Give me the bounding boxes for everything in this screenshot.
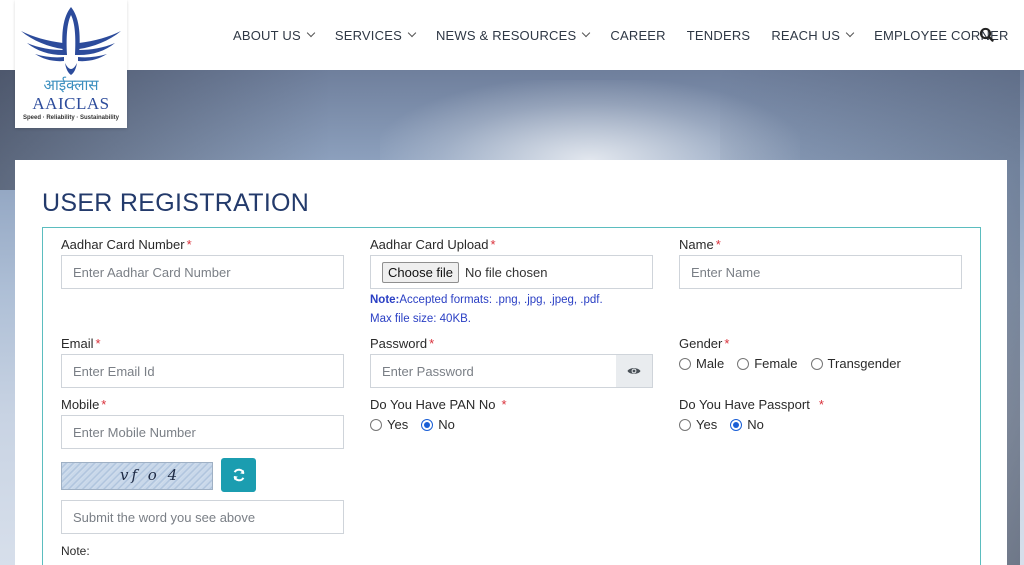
required-mark: * xyxy=(715,237,721,252)
label-text: Gender xyxy=(679,336,723,351)
email-label: Email * xyxy=(61,336,101,351)
passport-no-radio[interactable] xyxy=(730,418,743,431)
required-mark: * xyxy=(724,336,730,351)
password-label: Password * xyxy=(370,336,434,351)
required-mark: * xyxy=(186,237,192,252)
mobile-input[interactable] xyxy=(61,415,344,449)
gender-label: Gender * xyxy=(679,336,729,351)
captcha-image: vf o 4 xyxy=(61,462,213,490)
registration-card: USER REGISTRATION Aadhar Card Number* Em… xyxy=(15,160,1007,565)
passport-radio-group: Yes No xyxy=(679,417,777,432)
label-text: Do You Have Passport xyxy=(679,397,810,412)
nav-item-about-us[interactable]: ABOUT US xyxy=(233,27,316,43)
upload-size-text: Max file size: 40KB. xyxy=(370,313,471,325)
name-input[interactable] xyxy=(679,255,962,289)
label-text: Aadhar Card Upload xyxy=(370,237,489,252)
nav-label: SERVICES xyxy=(334,27,402,43)
upload-note: Note:Accepted formats: .png, .jpg, .jpeg… xyxy=(370,291,603,329)
radio-label: Transgender xyxy=(827,356,901,371)
main-nav: ABOUT US SERVICES NEWS & RESOURCES CAREE… xyxy=(233,0,1024,70)
nav-label: ABOUT US xyxy=(233,27,301,43)
mobile-label: Mobile * xyxy=(61,397,106,412)
pan-yes-radio[interactable] xyxy=(370,418,382,431)
pan-label: Do You Have PAN No * xyxy=(370,397,507,412)
radio-label: No xyxy=(438,417,455,432)
aadhar-file-input[interactable]: Choose file No file chosen xyxy=(370,255,653,289)
pan-radio-group: Yes No xyxy=(370,417,468,432)
chevron-down-icon xyxy=(582,28,591,38)
radio-label: Yes xyxy=(696,417,718,432)
password-input[interactable] xyxy=(370,354,617,388)
passport-label: Do You Have Passport * xyxy=(679,397,824,412)
nav-label: CAREER xyxy=(610,27,666,43)
chevron-down-icon xyxy=(407,28,417,38)
chevron-down-icon xyxy=(845,28,855,38)
nav-item-news-resources[interactable]: NEWS & RESOURCES xyxy=(435,27,591,43)
required-mark: * xyxy=(501,397,507,412)
label-text: Password xyxy=(370,336,428,351)
choose-file-button[interactable]: Choose file xyxy=(382,261,460,283)
required-mark: * xyxy=(95,336,101,351)
pan-no-radio[interactable] xyxy=(421,418,434,431)
file-status-text: No file chosen xyxy=(465,264,548,280)
logo-name-text: AAICLAS xyxy=(32,94,110,113)
note-label: Note: xyxy=(61,544,90,558)
required-mark: * xyxy=(818,397,824,412)
label-text: Name xyxy=(679,237,714,252)
gender-male-radio[interactable] xyxy=(679,357,691,370)
aadhar-number-label: Aadhar Card Number * xyxy=(61,237,192,252)
captcha-input[interactable] xyxy=(61,500,344,534)
upload-note-label: Note: xyxy=(370,294,400,306)
captcha-refresh-button[interactable] xyxy=(221,458,256,492)
nav-item-services[interactable]: SERVICES xyxy=(334,27,417,43)
logo-wings-icon xyxy=(21,7,121,75)
required-mark: * xyxy=(101,397,107,412)
gender-female-radio[interactable] xyxy=(737,357,750,370)
registration-form: Aadhar Card Number* Email* Mobile* vf o … xyxy=(42,227,981,565)
nav-item-tenders[interactable]: TENDERS xyxy=(687,28,751,43)
eye-icon xyxy=(627,368,641,374)
nav-label: NEWS & RESOURCES xyxy=(435,27,577,43)
aadhar-number-input[interactable] xyxy=(61,255,344,289)
site-header: ABOUT US SERVICES NEWS & RESOURCES CAREE… xyxy=(0,0,1024,70)
gender-transgender-radio[interactable] xyxy=(810,357,823,370)
label-text: Aadhar Card Number xyxy=(61,237,185,252)
nav-label: REACH US xyxy=(771,27,841,43)
gender-radio-group: Male Female Transgender xyxy=(679,356,914,371)
password-toggle-button[interactable] xyxy=(616,354,653,388)
label-text: Do You Have PAN No xyxy=(370,397,496,412)
nav-item-career[interactable]: CAREER xyxy=(610,28,665,43)
radio-label: Yes xyxy=(387,417,409,432)
logo-tagline: Speed · Reliability · Sustainability xyxy=(22,115,120,121)
upload-formats-line: Note:Accepted formats: .png, .jpg, .jpeg… xyxy=(370,291,603,310)
aadhar-upload-label: Aadhar Card Upload * xyxy=(370,237,496,252)
required-mark: * xyxy=(490,237,496,252)
captcha-text: vf o 4 xyxy=(120,466,181,484)
site-logo[interactable]: आईक्लास AAICLAS Speed · Reliability · Su… xyxy=(15,0,127,128)
required-mark: * xyxy=(429,336,435,351)
upload-formats-text: Accepted formats: .png, .jpg, .jpeg, .pd… xyxy=(399,294,603,306)
refresh-icon xyxy=(233,468,244,482)
radio-label: No xyxy=(747,417,764,432)
name-label: Name * xyxy=(679,237,721,252)
nav-item-reach-us[interactable]: REACH US xyxy=(771,27,855,43)
passport-yes-radio[interactable] xyxy=(679,418,691,431)
logo-hindi-text: आईक्लास xyxy=(43,76,99,94)
radio-label: Male xyxy=(696,356,725,371)
label-text: Email xyxy=(61,336,94,351)
chevron-down-icon xyxy=(306,28,316,38)
page-title: USER REGISTRATION xyxy=(42,189,310,217)
label-text: Mobile xyxy=(61,397,100,412)
radio-label: Female xyxy=(754,356,798,371)
search-icon[interactable] xyxy=(978,26,996,44)
email-input[interactable] xyxy=(61,354,344,388)
nav-label: TENDERS xyxy=(686,27,751,43)
